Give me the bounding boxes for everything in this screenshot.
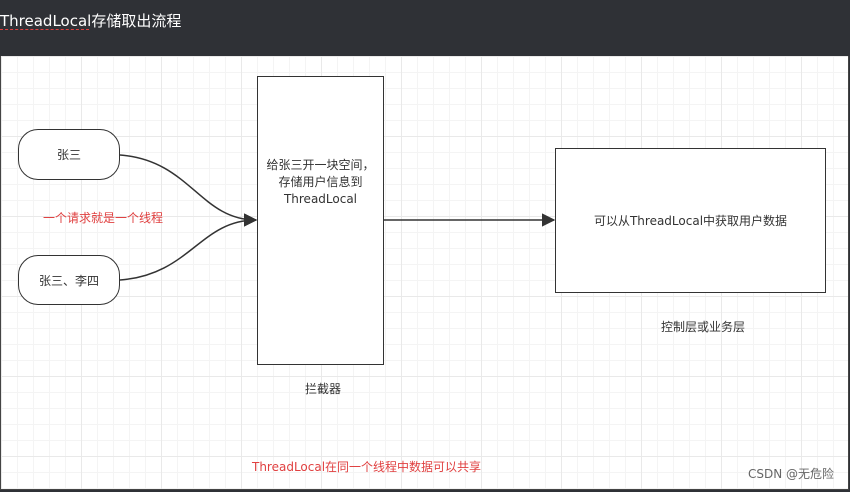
node-interceptor: 给张三开一块空间， 存储用户信息到 ThreadLocal — [257, 76, 384, 365]
node-controller-label: 可以从ThreadLocal中获取用户数据 — [593, 214, 788, 228]
node-user-zhangsan: 张三 — [18, 129, 120, 180]
interceptor-line-2: 存储用户信息到 — [278, 175, 363, 189]
watermark: CSDN @无危险 — [747, 467, 834, 481]
interceptor-line-1: 给张三开一块空间， — [266, 158, 375, 172]
node-user-zhangsan-lisi-label: 张三、李四 — [38, 273, 99, 288]
node-user-zhangsan-lisi: 张三、李四 — [18, 255, 120, 305]
interceptor-caption: 拦截器 — [305, 382, 342, 396]
node-user-zhangsan-label: 张三 — [56, 148, 81, 162]
bottom-note: ThreadLocal在同一个线程中数据可以共享 — [252, 460, 482, 474]
edge-user2-to-interceptor — [119, 213, 258, 281]
request-note: 一个请求就是一个线程 — [43, 211, 164, 225]
node-controller: 可以从ThreadLocal中获取用户数据 — [555, 148, 826, 293]
controller-caption: 控制层或业务层 — [661, 320, 746, 334]
interceptor-line-3: ThreadLocal — [283, 192, 358, 206]
